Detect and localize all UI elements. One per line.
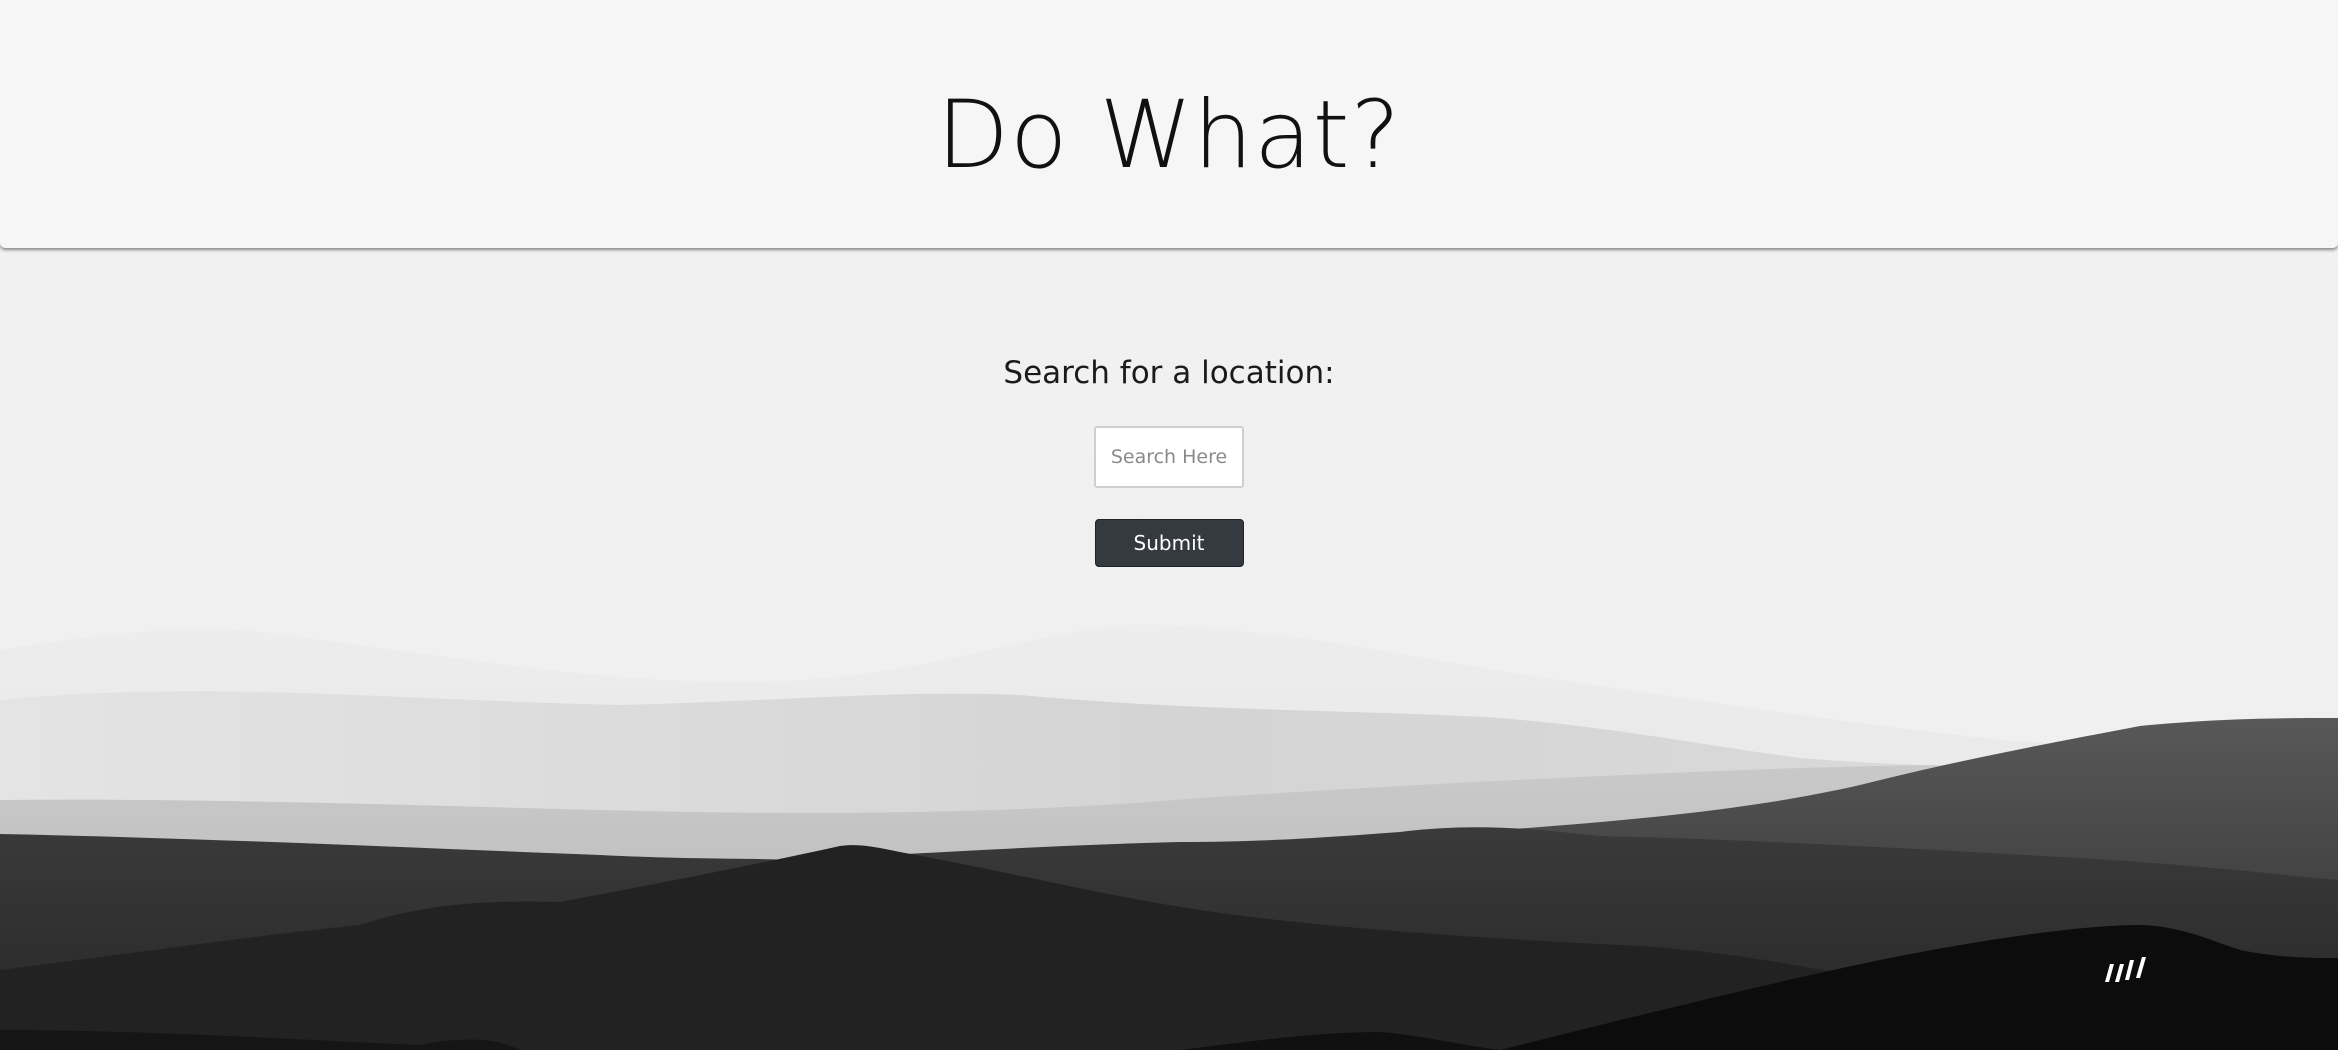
submit-button[interactable]: Submit — [1094, 519, 1244, 567]
brand-slashes-logo-icon — [2105, 957, 2146, 982]
page: Do What? Search for a location: Submit — [0, 0, 2338, 1050]
search-section: Search for a location: Submit — [0, 346, 2338, 567]
search-input[interactable] — [1094, 426, 1244, 488]
header-bar: Do What? — [0, 0, 2338, 248]
page-title: Do What? — [936, 81, 1402, 190]
search-heading: Search for a location: — [1003, 355, 1335, 391]
